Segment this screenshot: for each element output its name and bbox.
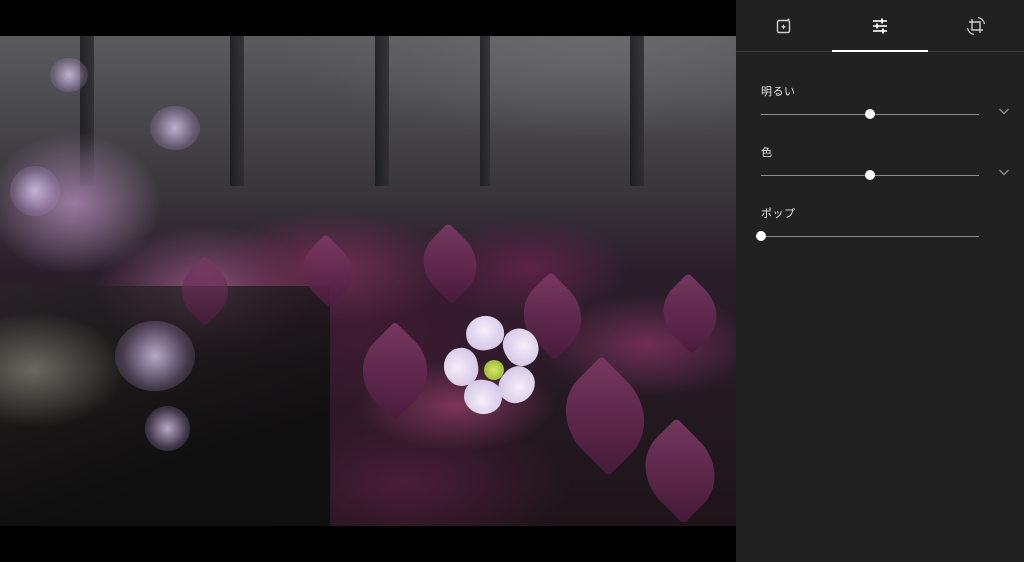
color-slider[interactable] [761, 170, 979, 182]
auto-enhance-icon [775, 17, 793, 35]
slider-thumb[interactable] [756, 231, 766, 241]
editor-tabs [736, 0, 1024, 52]
blurred-flower [50, 58, 88, 92]
slider-track [761, 236, 979, 237]
blurred-flower [145, 406, 190, 451]
tune-sliders-icon [871, 17, 889, 35]
photo-editor: 明るい 色 ポップ [0, 0, 1024, 562]
brightness-slider[interactable] [761, 109, 979, 121]
chevron-down-icon[interactable] [997, 103, 1011, 117]
brightness-label: 明るい [761, 85, 796, 98]
pop-label: ポップ [761, 207, 796, 220]
slider-thumb[interactable] [865, 170, 875, 180]
crop-rotate-icon [966, 16, 986, 36]
slider-thumb[interactable] [865, 109, 875, 119]
tab-crop-rotate[interactable] [928, 0, 1024, 51]
blurred-flower [150, 106, 200, 150]
color-label: 色 [761, 146, 773, 159]
selected-tab-indicator [832, 50, 928, 52]
flower-blossom [440, 312, 550, 426]
blurred-flower [115, 321, 195, 391]
adjust-panel: 明るい 色 ポップ [736, 0, 1024, 562]
photo-canvas-area [0, 0, 736, 562]
tab-auto-enhance[interactable] [736, 0, 832, 51]
chevron-down-icon[interactable] [997, 164, 1011, 178]
blurred-flower [10, 166, 60, 216]
tab-adjust[interactable] [832, 0, 928, 51]
pop-slider[interactable] [756, 231, 979, 243]
photo-preview[interactable] [0, 36, 736, 526]
